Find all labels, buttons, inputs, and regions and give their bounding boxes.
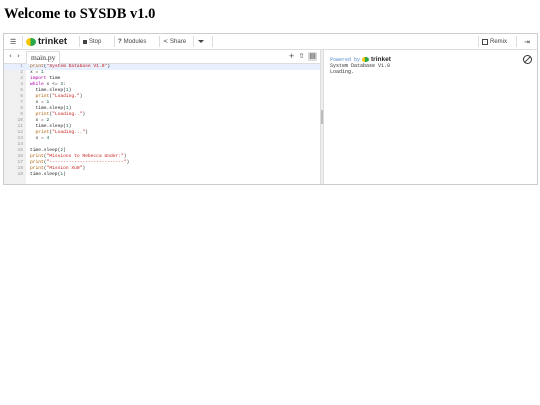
- code-text: print("---------------------------"): [30, 160, 130, 165]
- add-file-icon[interactable]: +: [287, 52, 296, 61]
- code-text: x = 1: [30, 70, 44, 75]
- code-line[interactable]: 11 time.sleep(1): [4, 124, 320, 130]
- code-line[interactable]: 13 x = 4: [4, 136, 320, 142]
- powered-by-brand: trinket: [371, 56, 391, 63]
- code-editor[interactable]: 1 print("System Database V1.0") 2 x = 1 3 imp…: [4, 64, 320, 184]
- line-number: 10: [17, 118, 23, 123]
- stop-button[interactable]: Stop: [83, 35, 101, 48]
- trinket-logo-icon: [26, 37, 36, 46]
- line-number: 18: [17, 166, 23, 171]
- code-text: time.sleep(1): [30, 172, 66, 177]
- line-number: 11: [17, 124, 23, 129]
- trinket-small-logo-icon: [362, 56, 370, 63]
- code-line[interactable]: 5 time.sleep(1): [4, 88, 320, 94]
- code-line[interactable]: 17 print("---------------------------"): [4, 160, 320, 166]
- line-number: 9: [20, 112, 23, 117]
- caret-down-icon: [198, 40, 204, 43]
- line-number: 3: [20, 76, 23, 81]
- line-number: 19: [17, 172, 23, 177]
- more-dropdown-button[interactable]: [198, 35, 204, 48]
- console-output: System Database V1.0 Loading.: [330, 63, 390, 75]
- line-number: 13: [17, 136, 23, 141]
- remix-label: Remix: [490, 38, 508, 45]
- file-tab-bar: ‹ › main.py + ⇧ ▤: [4, 50, 320, 64]
- editor-pane: ‹ › main.py + ⇧ ▤ 1 print("System Databas…: [4, 50, 320, 184]
- powered-by: Powered by trinket: [330, 56, 391, 63]
- line-number: 1: [20, 64, 23, 69]
- code-text: print("Missions to Rebecca Under:"): [30, 154, 127, 159]
- modules-label: Modules: [123, 38, 147, 45]
- login-button[interactable]: ⇥: [524, 35, 530, 48]
- line-number: 17: [17, 160, 23, 165]
- code-text: print("Loading."): [35, 94, 83, 99]
- trinket-embed: ☰ trinket Stop ? Modules < Share Remix ⇥…: [3, 33, 538, 185]
- chevron-right-icon[interactable]: ›: [14, 52, 23, 61]
- tab-main-py[interactable]: main.py: [26, 51, 61, 64]
- code-line[interactable]: 15 time.sleep(2): [4, 148, 320, 154]
- code-text: x = 1: [30, 100, 50, 105]
- menu-icon: ☰: [10, 37, 17, 46]
- line-number: 5: [20, 88, 23, 93]
- code-line[interactable]: 14: [4, 142, 320, 148]
- line-number: 15: [17, 148, 23, 153]
- code-text: time.sleep(1): [30, 106, 72, 111]
- question-icon: ?: [118, 38, 122, 45]
- code-line[interactable]: 4 while x <= 3:: [4, 82, 320, 88]
- share-label: Share: [170, 38, 187, 45]
- code-text: import time: [30, 76, 61, 81]
- code-text: while x <= 3:: [30, 82, 66, 87]
- menu-button[interactable]: ☰: [10, 35, 16, 48]
- line-number: 16: [17, 154, 23, 159]
- remix-icon: [482, 38, 488, 45]
- login-icon: ⇥: [524, 37, 530, 46]
- code-line[interactable]: 12 print("Loading..."): [4, 130, 320, 136]
- code-text: time.sleep(1): [30, 88, 72, 93]
- page-title: Welcome to SYSDB v1.0: [4, 6, 156, 22]
- code-text: print("System Database V1.0"): [30, 64, 110, 69]
- trinket-toolbar: ☰ trinket Stop ? Modules < Share Remix ⇥: [4, 34, 537, 50]
- code-text: print("Loading.."): [35, 112, 86, 117]
- code-line[interactable]: 10 x = 2: [4, 118, 320, 124]
- code-line[interactable]: 2 x = 1: [4, 70, 320, 76]
- code-line[interactable]: 6 print("Loading."): [4, 94, 320, 100]
- share-button[interactable]: < Share: [163, 35, 186, 48]
- code-text: time.sleep(2): [30, 148, 66, 153]
- remix-button[interactable]: Remix: [482, 35, 507, 48]
- code-text: time.sleep(1): [30, 124, 72, 129]
- stop-label: Stop: [89, 38, 102, 45]
- code-line[interactable]: 18 print("Mission Xu0"): [4, 166, 320, 172]
- code-line[interactable]: 7 x = 1: [4, 100, 320, 106]
- line-number: 14: [17, 142, 23, 147]
- code-line[interactable]: 1 print("System Database V1.0"): [4, 64, 320, 70]
- upload-icon[interactable]: ⇧: [297, 52, 306, 61]
- modules-button[interactable]: ? Modules: [118, 35, 146, 48]
- line-number: 7: [20, 100, 23, 105]
- code-line[interactable]: 16 print("Missions to Rebecca Under:"): [4, 154, 320, 160]
- code-line[interactable]: 3 import time: [4, 76, 320, 82]
- clear-output-icon[interactable]: [523, 55, 532, 64]
- output-pane: Powered by trinket System Database V1.0 L…: [324, 50, 537, 184]
- trinket-brand: trinket: [38, 36, 68, 47]
- code-line[interactable]: 19 time.sleep(1): [4, 172, 320, 178]
- code-text: x = 2: [30, 118, 50, 123]
- line-number: 2: [20, 70, 23, 75]
- code-line[interactable]: 9 print("Loading.."): [4, 112, 320, 118]
- stop-icon: [83, 39, 87, 44]
- save-icon[interactable]: ▤: [308, 52, 317, 61]
- code-text: print("Loading..."): [35, 130, 88, 135]
- code-text: x = 4: [30, 136, 50, 141]
- trinket-logo[interactable]: trinket: [26, 35, 67, 48]
- line-number: 12: [17, 130, 23, 135]
- line-number: 8: [20, 106, 23, 111]
- powered-by-label: Powered by: [330, 56, 361, 63]
- console-line: Loading.: [330, 69, 355, 75]
- code-text: print("Mission Xu0"): [30, 166, 86, 171]
- line-number: 6: [20, 94, 23, 99]
- share-icon: <: [163, 38, 169, 45]
- code-line[interactable]: 8 time.sleep(1): [4, 106, 320, 112]
- line-number: 4: [20, 82, 23, 87]
